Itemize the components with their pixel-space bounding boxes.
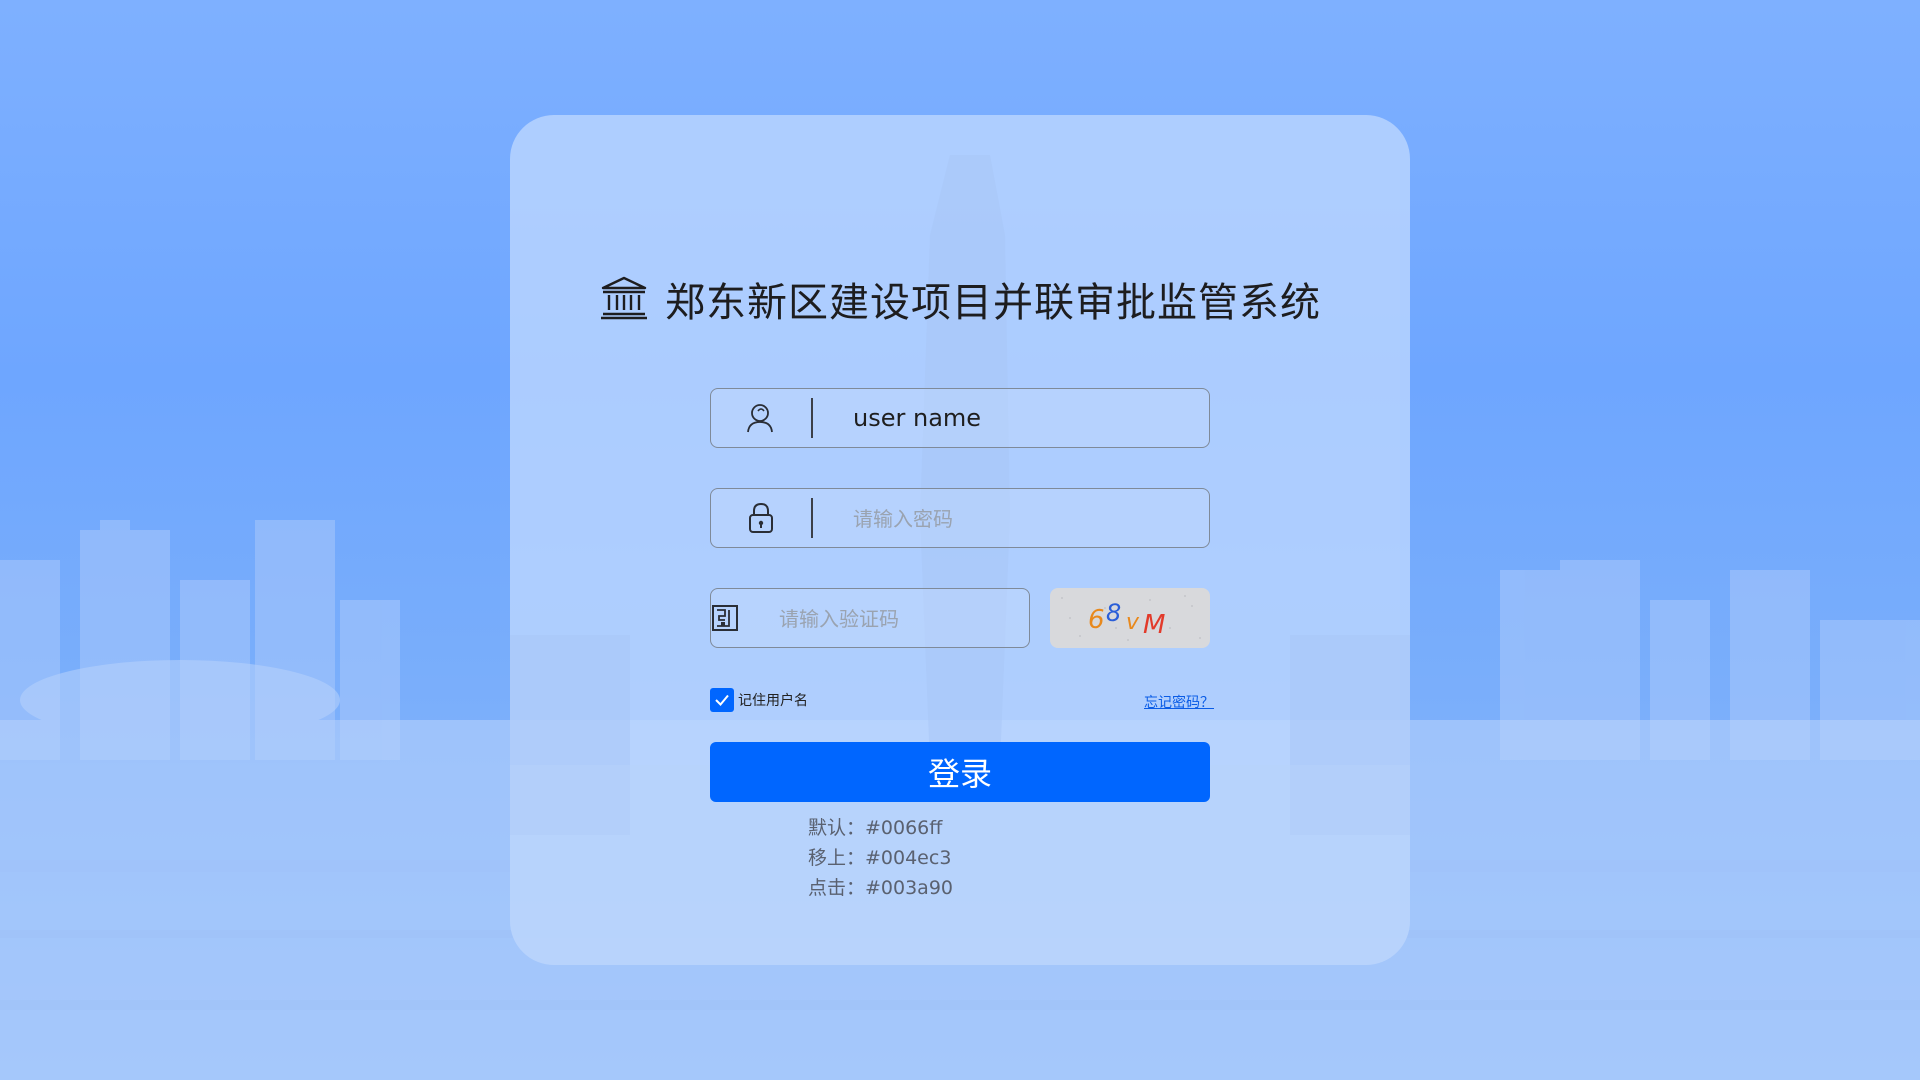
note-active: 点击：#003a90 bbox=[808, 877, 954, 899]
color-notes: 默认：#0066ff 移上：#004ec3 点击：#003a90 bbox=[808, 813, 953, 903]
captcha-char: M bbox=[1143, 610, 1165, 640]
captcha-char: v bbox=[1126, 610, 1140, 635]
username-input[interactable] bbox=[813, 389, 1209, 447]
page-title: 郑东新区建设项目并联审批监管系统 bbox=[665, 280, 1321, 326]
captcha-field bbox=[710, 588, 1079, 648]
bank-building-icon bbox=[599, 272, 649, 326]
captcha-char: 8 bbox=[1106, 599, 1121, 627]
check-icon bbox=[715, 694, 729, 706]
remember-label: 记住用户名 bbox=[738, 693, 808, 709]
password-field bbox=[710, 488, 1210, 548]
captcha-char: 6 bbox=[1088, 605, 1105, 635]
note-hover: 移上：#004ec3 bbox=[808, 847, 952, 869]
username-field bbox=[710, 388, 1210, 448]
login-card: 郑东新区建设项目并联审批监管系统 user name 请输入验证码 6 8 v … bbox=[510, 115, 1410, 965]
note-default: 默认：#0066ff bbox=[808, 817, 943, 839]
login-button[interactable]: 登录 bbox=[710, 742, 1210, 802]
remember-username[interactable]: 记住用户名 bbox=[710, 688, 808, 712]
captcha-input[interactable] bbox=[739, 589, 1079, 647]
title-row: 郑东新区建设项目并联审批监管系统 bbox=[510, 270, 1410, 328]
password-input[interactable] bbox=[813, 489, 1209, 547]
remember-checkbox[interactable] bbox=[710, 688, 734, 712]
captcha-grid-icon bbox=[711, 588, 739, 648]
captcha-image[interactable]: 6 8 v M bbox=[1050, 588, 1210, 648]
lock-icon bbox=[711, 488, 811, 548]
user-icon bbox=[711, 388, 811, 448]
forgot-password-link[interactable]: 忘记密码？ bbox=[1144, 692, 1214, 712]
